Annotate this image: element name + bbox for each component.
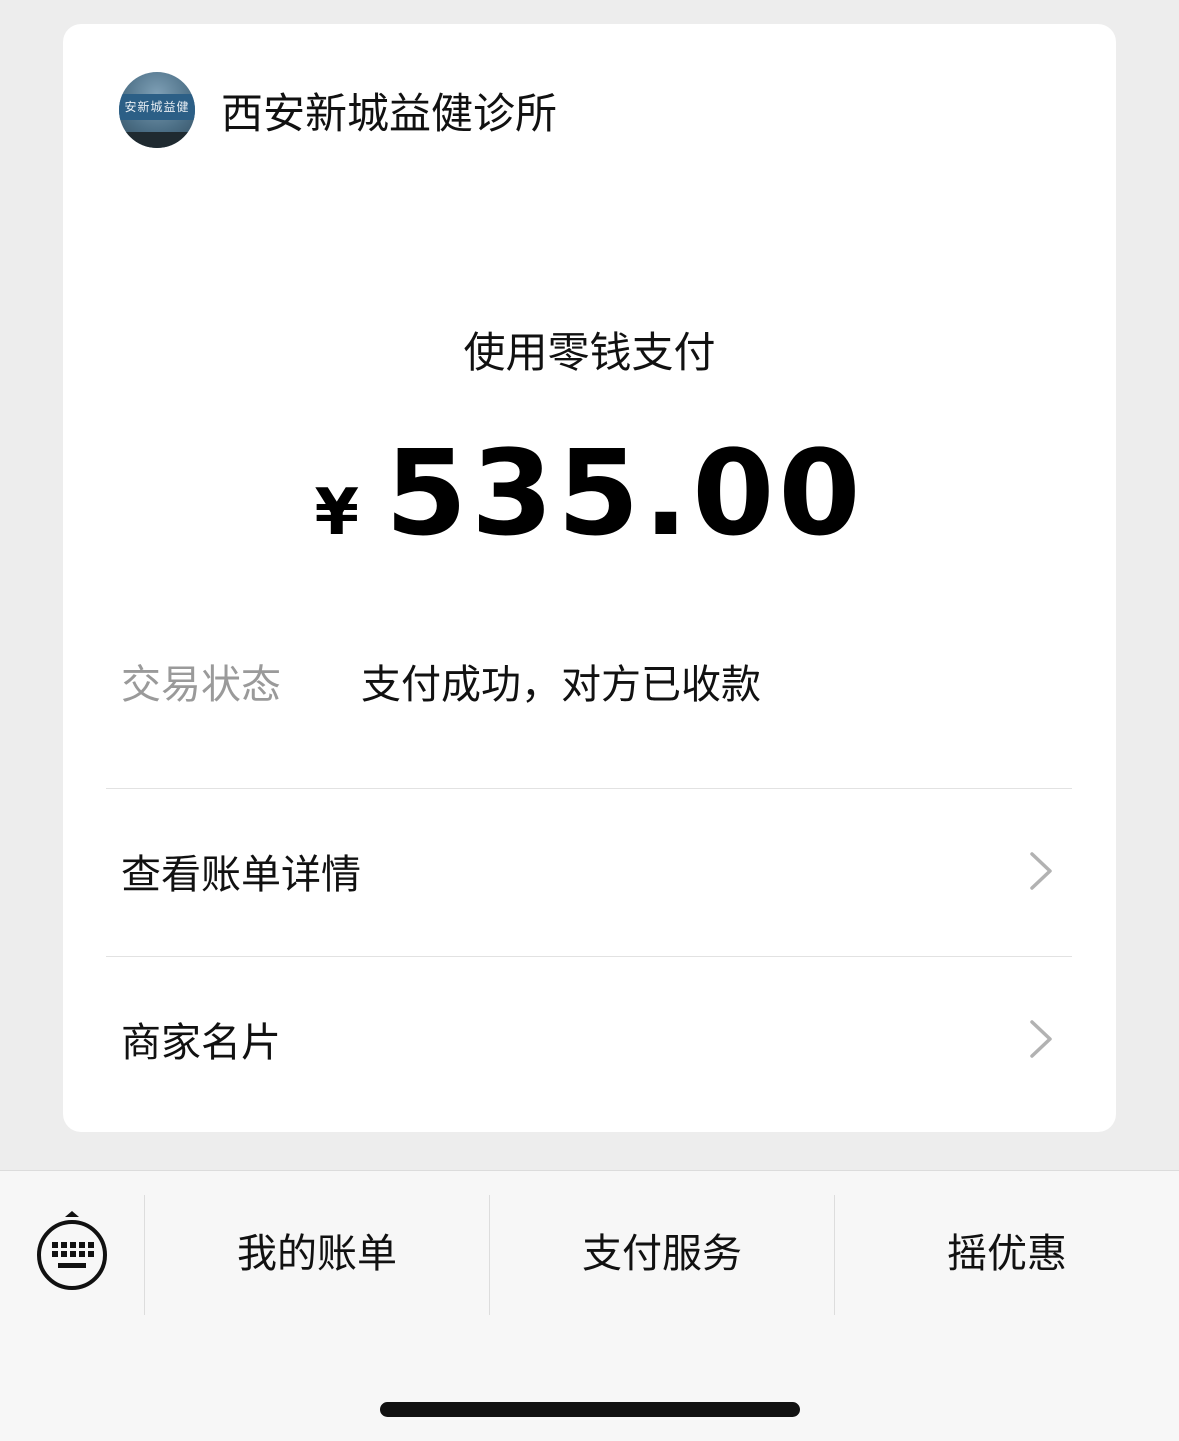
merchant-card-row[interactable]: 商家名片 bbox=[63, 956, 1116, 1122]
merchant-name: 西安新城益健诊所 bbox=[221, 88, 558, 138]
merchant-avatar[interactable]: 安新城益健 bbox=[119, 72, 195, 148]
status-label: 交易状态 bbox=[121, 662, 281, 708]
bottom-menu-bar: 我的账单 支付服务 摇优惠 bbox=[0, 1170, 1179, 1441]
view-bill-details-row[interactable]: 查看账单详情 bbox=[63, 788, 1116, 954]
chevron-right-icon bbox=[1030, 852, 1052, 890]
menu-shake-discounts[interactable]: 摇优惠 bbox=[835, 1221, 1179, 1279]
keyboard-icon[interactable] bbox=[34, 1209, 110, 1295]
home-indicator[interactable] bbox=[380, 1402, 800, 1417]
transaction-status-row: 交易状态 支付成功，对方已收款 bbox=[121, 652, 761, 710]
merchant-card-label: 商家名片 bbox=[121, 1020, 281, 1066]
payment-result-card: 安新城益健 西安新城益健诊所 使用零钱支付 ¥ 535.00 交易状态 支付成功… bbox=[63, 24, 1116, 1132]
payment-amount: ¥ 535.00 bbox=[63, 424, 1116, 562]
status-value: 支付成功，对方已收款 bbox=[361, 662, 761, 708]
amount-value: 535.00 bbox=[385, 424, 865, 562]
chevron-right-icon bbox=[1030, 1020, 1052, 1058]
avatar-base bbox=[119, 132, 195, 148]
payment-method: 使用零钱支付 bbox=[463, 328, 716, 377]
view-bill-details-label: 查看账单详情 bbox=[121, 852, 361, 898]
avatar-sign-text: 安新城益健 bbox=[119, 94, 195, 120]
currency-symbol: ¥ bbox=[314, 476, 360, 550]
menu-payment-services[interactable]: 支付服务 bbox=[490, 1221, 834, 1279]
menu-my-bills[interactable]: 我的账单 bbox=[145, 1221, 489, 1279]
merchant-header[interactable]: 安新城益健 西安新城益健诊所 bbox=[119, 72, 557, 148]
